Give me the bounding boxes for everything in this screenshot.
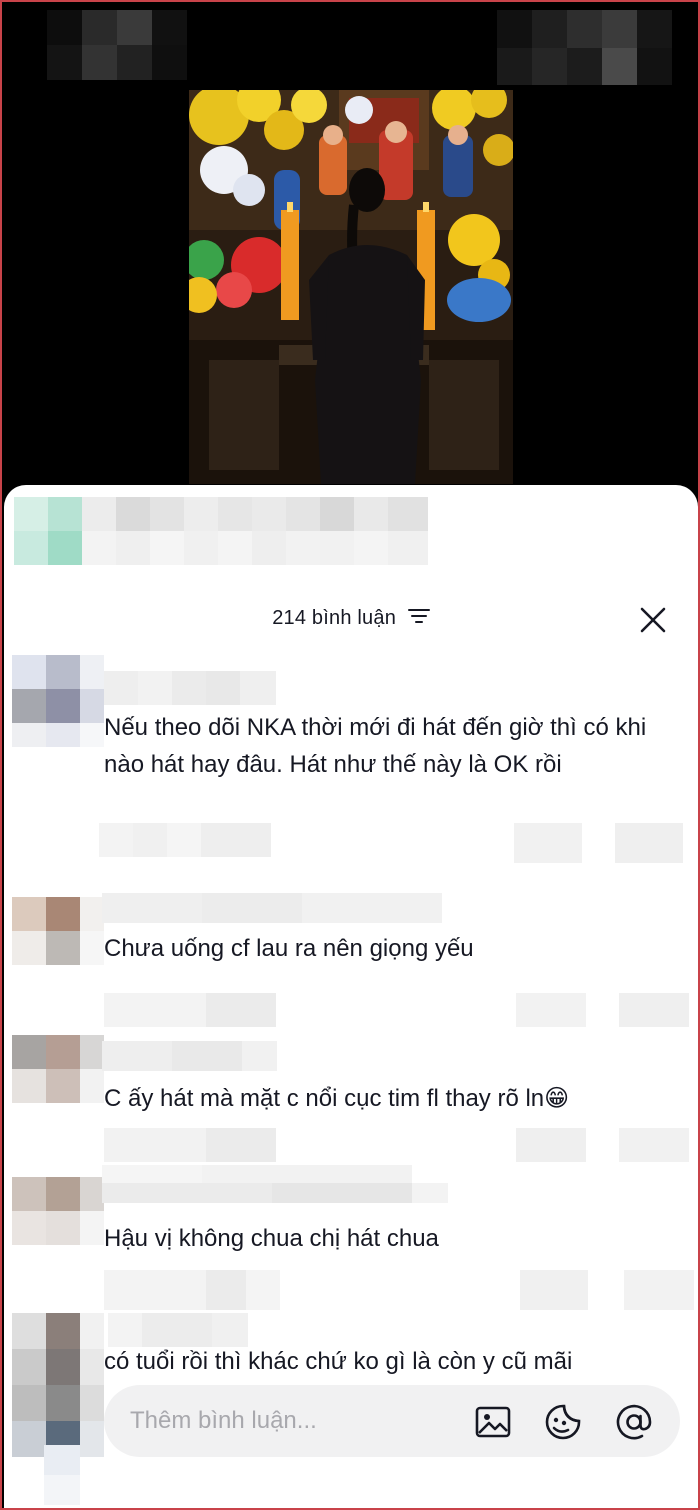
altar-scene-illustration xyxy=(189,90,513,484)
comment-text: Chưa uống cf lau ra nên giọng yếu xyxy=(104,935,474,962)
comments-header: 214 bình luận xyxy=(4,585,698,655)
comment-text: có tuổi rồi thì khác chứ ko gì là còn y … xyxy=(104,1348,573,1375)
avatar[interactable] xyxy=(12,1177,104,1269)
pixelated-bottom-fragment xyxy=(44,1445,84,1505)
pixelated-username-top-left xyxy=(47,10,187,80)
pixelated-comment-meta xyxy=(104,1128,689,1162)
comment-text: Hậu vị không chua chị hát chua xyxy=(104,1225,439,1252)
filter-lines-icon[interactable] xyxy=(407,607,430,630)
comment-composer xyxy=(104,1385,680,1457)
avatar[interactable] xyxy=(12,897,104,989)
pixelated-username xyxy=(102,1041,277,1071)
avatar[interactable] xyxy=(12,1035,104,1127)
screen-frame: 214 bình luận Nếu theo dõi NKA thời mới … xyxy=(0,0,700,1510)
pixelated-username-top-right xyxy=(497,10,672,85)
avatar[interactable] xyxy=(12,655,104,747)
pixelated-username xyxy=(102,893,442,923)
comment-item: Chưa uống cf lau ra nên giọng yếu xyxy=(4,875,698,1027)
comment-item: Hậu vị không chua chị hát chua xyxy=(4,1165,698,1310)
pixelated-comment-meta xyxy=(104,1270,694,1310)
comment-text: C ấy hát mà mặt c nổi cục tim fl thay rõ… xyxy=(104,1080,684,1117)
comment-count-label: 214 bình luận xyxy=(272,607,397,629)
video-player[interactable] xyxy=(2,2,698,502)
pixelated-comment-meta xyxy=(99,823,689,863)
mention-at-icon[interactable] xyxy=(615,1403,653,1441)
image-icon[interactable] xyxy=(474,1403,512,1441)
pixelated-username xyxy=(104,671,276,705)
comments-sheet: 214 bình luận Nếu theo dõi NKA thời mới … xyxy=(4,485,698,1508)
pixelated-comment-meta xyxy=(104,993,689,1027)
grinning-emoji-icon: 😁 xyxy=(544,1085,570,1112)
comment-text: Nếu theo dõi NKA thời mới đi hát đến giờ… xyxy=(104,714,647,778)
pixelated-username xyxy=(102,1165,452,1203)
comment-text-body: C ấy hát mà mặt c nổi cục tim fl thay rõ… xyxy=(104,1085,545,1112)
close-x-icon[interactable] xyxy=(638,605,668,635)
sticker-icon[interactable] xyxy=(544,1403,582,1441)
pixelated-username xyxy=(108,1313,248,1347)
add-comment-input[interactable] xyxy=(130,1385,460,1457)
comment-item: Nếu theo dõi NKA thời mới đi hát đến giờ… xyxy=(4,655,698,875)
pixelated-caption-strip xyxy=(14,497,434,565)
video-frame-altar-scene xyxy=(189,90,513,484)
comment-item: C ấy hát mà mặt c nổi cục tim fl thay rõ… xyxy=(4,1025,698,1165)
comment-count-button[interactable]: 214 bình luận xyxy=(4,607,698,630)
